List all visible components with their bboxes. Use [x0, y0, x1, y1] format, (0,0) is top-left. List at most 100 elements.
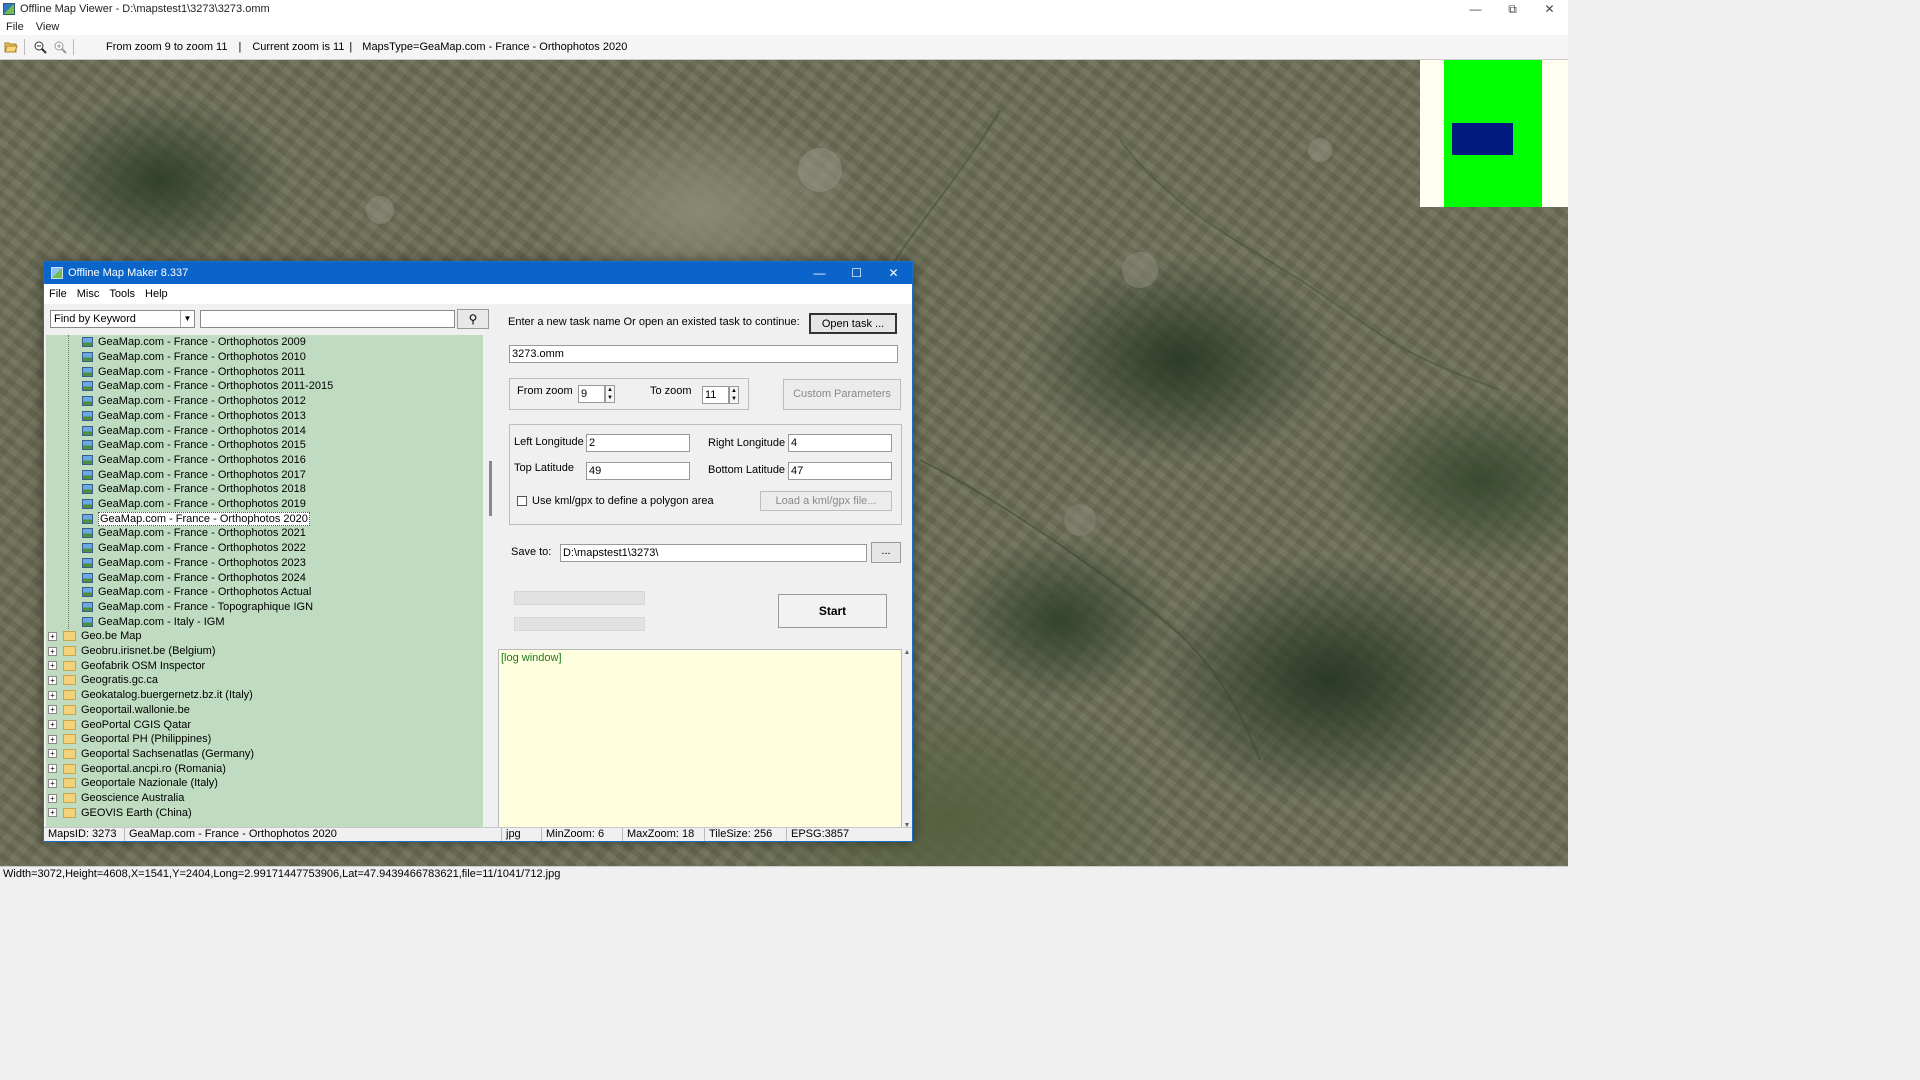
folder-icon: [63, 793, 76, 804]
menu-file[interactable]: File: [0, 21, 30, 33]
dialog-menu-tools[interactable]: Tools: [104, 288, 140, 300]
load-kml-button[interactable]: Load a kml/gpx file...: [760, 491, 892, 511]
open-task-button[interactable]: Open task ...: [809, 313, 897, 334]
map-source-tree[interactable]: GeaMap.com - France - Orthophotos 2009 Ge…: [46, 335, 483, 828]
window-controls: — ⧉ ✕: [1457, 0, 1568, 18]
tree-map-item[interactable]: GeaMap.com - France - Orthophotos 2014: [82, 423, 306, 438]
expand-icon[interactable]: +: [48, 778, 57, 788]
tree-folder-item[interactable]: + Geoportal Sachsenatlas (Germany): [48, 747, 254, 762]
map-layer-icon: [82, 557, 93, 568]
expand-icon[interactable]: +: [48, 749, 57, 759]
dialog-close-button[interactable]: ✕: [875, 262, 912, 284]
tree-item-label: GeaMap.com - France - Orthophotos 2013: [98, 409, 306, 422]
tree-map-item[interactable]: GeaMap.com - Italy - IGM: [82, 614, 225, 629]
tree-folder-item[interactable]: + Geogratis.gc.ca: [48, 673, 158, 688]
expand-icon[interactable]: +: [48, 631, 57, 641]
tree-item-label: GeaMap.com - France - Orthophotos 2024: [98, 571, 306, 584]
to-zoom-spinner[interactable]: ▲ ▼: [729, 386, 739, 404]
search-input[interactable]: [200, 310, 455, 328]
minimap-viewport[interactable]: [1452, 123, 1513, 155]
tree-map-item[interactable]: GeaMap.com - France - Orthophotos 2024: [82, 570, 306, 585]
tree-folder-item[interactable]: + Geoportal PH (Philippines): [48, 732, 211, 747]
left-longitude-input[interactable]: [586, 434, 690, 452]
search-button[interactable]: ⚲: [457, 309, 489, 329]
tree-map-item[interactable]: GeaMap.com - France - Orthophotos 2011: [82, 364, 305, 379]
expand-icon[interactable]: +: [48, 734, 57, 744]
tree-map-item[interactable]: GeaMap.com - France - Orthophotos 2018: [82, 482, 306, 497]
tree-folder-item[interactable]: + Geoscience Australia: [48, 791, 184, 806]
tree-map-item[interactable]: GeaMap.com - France - Orthophotos 2019: [82, 497, 306, 512]
tree-folder-item[interactable]: + GEOVIS Earth (China): [48, 805, 192, 820]
expand-icon[interactable]: +: [48, 661, 57, 671]
tree-folder-item[interactable]: + Geofabrik OSM Inspector: [48, 658, 205, 673]
tree-map-item[interactable]: GeaMap.com - France - Orthophotos 2021: [82, 526, 306, 541]
expand-icon[interactable]: +: [48, 720, 57, 730]
dialog-menu-file[interactable]: File: [44, 288, 72, 300]
tree-map-item[interactable]: GeaMap.com - France - Orthophotos 2010: [82, 350, 306, 365]
log-window[interactable]: [log window]: [498, 649, 902, 829]
progress-bar-total: [514, 591, 645, 605]
zoom-out-icon[interactable]: [31, 38, 49, 56]
dialog-maximize-button[interactable]: ☐: [838, 262, 875, 284]
tree-map-item[interactable]: GeaMap.com - France - Topographique IGN: [82, 600, 313, 615]
restore-button[interactable]: ⧉: [1494, 0, 1531, 18]
to-zoom-input[interactable]: [702, 386, 729, 404]
minimize-button[interactable]: —: [1457, 0, 1494, 18]
save-path-input[interactable]: [560, 544, 867, 562]
tree-map-item[interactable]: GeaMap.com - France - Orthophotos 2016: [82, 453, 306, 468]
chevron-down-icon[interactable]: ▼: [180, 311, 194, 327]
map-layer-icon: [82, 587, 93, 598]
expand-icon[interactable]: +: [48, 793, 57, 803]
tree-folder-item[interactable]: + Geoportal.ancpi.ro (Romania): [48, 761, 226, 776]
expand-icon[interactable]: +: [48, 808, 57, 818]
tree-map-item[interactable]: GeaMap.com - France - Orthophotos 2015: [82, 438, 306, 453]
tree-folder-item[interactable]: + Geokatalog.buergernetz.bz.it (Italy): [48, 688, 253, 703]
expand-icon[interactable]: +: [48, 705, 57, 715]
kml-polygon-checkbox[interactable]: [517, 496, 527, 506]
expand-icon[interactable]: +: [48, 646, 57, 656]
tree-map-item[interactable]: GeaMap.com - France - Orthophotos 2011-2…: [82, 379, 333, 394]
expand-icon[interactable]: +: [48, 675, 57, 685]
expand-icon[interactable]: +: [48, 690, 57, 700]
tree-folder-item[interactable]: + Geo.be Map: [48, 629, 142, 644]
tree-map-item[interactable]: GeaMap.com - France - Orthophotos 2013: [82, 409, 306, 424]
maps-id-status: MapsID: 3273: [48, 828, 117, 840]
tree-map-item[interactable]: GeaMap.com - France - Orthophotos Actual: [82, 585, 311, 600]
tree-map-item[interactable]: GeaMap.com - France - Orthophotos 2023: [82, 556, 306, 571]
menu-view[interactable]: View: [30, 21, 66, 33]
zoom-in-icon[interactable]: [51, 38, 69, 56]
close-button[interactable]: ✕: [1531, 0, 1568, 18]
tree-folder-item[interactable]: + GeoPortal CGIS Qatar: [48, 717, 191, 732]
folder-icon: [63, 690, 76, 701]
tree-folder-item[interactable]: + Geobru.irisnet.be (Belgium): [48, 644, 216, 659]
dialog-minimize-button[interactable]: —: [801, 262, 838, 284]
expand-icon[interactable]: +: [48, 764, 57, 774]
open-folder-icon[interactable]: [2, 38, 20, 56]
scroll-up-icon[interactable]: ▲: [902, 649, 912, 656]
start-button[interactable]: Start: [778, 594, 887, 628]
top-latitude-input[interactable]: [586, 462, 690, 480]
custom-parameters-button[interactable]: Custom Parameters: [783, 379, 901, 410]
tree-map-item[interactable]: GeaMap.com - France - Orthophotos 2017: [82, 467, 306, 482]
bottom-latitude-input[interactable]: [788, 462, 892, 480]
tree-folder-item[interactable]: + Geoportale Nazionale (Italy): [48, 776, 218, 791]
find-mode-select[interactable]: Find by Keyword ▼: [50, 310, 195, 328]
right-longitude-input[interactable]: [788, 434, 892, 452]
tree-scrollbar-thumb[interactable]: [489, 461, 492, 516]
from-zoom-input[interactable]: [578, 385, 605, 403]
overview-minimap[interactable]: [1420, 60, 1568, 207]
tree-map-item[interactable]: GeaMap.com - France - Orthophotos 2022: [82, 541, 306, 556]
tree-folder-item[interactable]: + Geoportail.wallonie.be: [48, 703, 190, 718]
tree-scrollbar[interactable]: [485, 335, 497, 828]
dialog-menu-misc[interactable]: Misc: [72, 288, 105, 300]
tree-map-item[interactable]: GeaMap.com - France - Orthophotos 2009: [82, 335, 306, 350]
task-name-input[interactable]: [509, 345, 898, 363]
dialog-menu-help[interactable]: Help: [140, 288, 173, 300]
tree-map-item[interactable]: GeaMap.com - France - Orthophotos 2012: [82, 394, 306, 409]
from-zoom-spinner[interactable]: ▲ ▼: [605, 385, 615, 403]
tree-item-label: GEOVIS Earth (China): [81, 806, 192, 819]
map-layer-icon: [82, 572, 93, 583]
log-scrollbar[interactable]: ▲ ▼: [902, 649, 912, 829]
tree-map-item[interactable]: GeaMap.com - France - Orthophotos 2020: [82, 511, 310, 526]
browse-button[interactable]: ...: [871, 542, 901, 563]
